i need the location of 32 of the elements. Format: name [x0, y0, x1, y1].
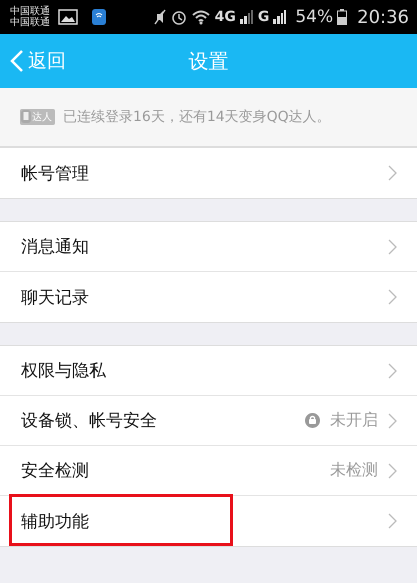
settings-item[interactable]: 权限与隐私: [0, 346, 417, 396]
login-streak-text: 已连续登录16天，还有14天变身QQ达人。: [63, 108, 331, 126]
settings-item[interactable]: 安全检测 未检测: [0, 446, 417, 496]
clock-label: 20:36: [357, 6, 409, 28]
network-label: 4G: [214, 9, 236, 25]
chevron-right-icon: [388, 462, 397, 478]
battery-label: 54%: [295, 7, 334, 27]
mute-icon: [152, 9, 167, 25]
settings-item[interactable]: 帐号管理: [0, 148, 417, 198]
chevron-right-icon: [388, 412, 397, 428]
settings-item[interactable]: 聊天记录: [0, 272, 417, 322]
page-title: 设置: [188, 48, 228, 74]
battery-icon: [337, 9, 348, 25]
image-icon: [58, 9, 78, 25]
chevron-right-icon: [388, 362, 397, 378]
carrier-label: 中国联通: [10, 6, 50, 17]
chevron-right-icon: [388, 238, 397, 254]
alarm-icon: [170, 9, 187, 25]
settings-item[interactable]: 消息通知: [0, 222, 417, 272]
chevron-right-icon: [388, 165, 397, 181]
app-icon: [92, 9, 106, 25]
signal-icon: [273, 10, 288, 24]
carrier-label: 中国联通: [10, 17, 50, 28]
wifi-icon: [190, 9, 211, 25]
settings-item[interactable]: 设备锁、帐号安全 未开启: [0, 396, 417, 446]
chevron-right-icon: [388, 289, 397, 305]
network-label: G: [258, 9, 270, 25]
talent-badge: 达人: [20, 109, 55, 125]
chevron-right-icon: [388, 513, 397, 529]
signal-icon: [240, 10, 254, 24]
settings-item[interactable]: 辅助功能: [0, 496, 417, 546]
chevron-left-icon: [10, 49, 24, 73]
